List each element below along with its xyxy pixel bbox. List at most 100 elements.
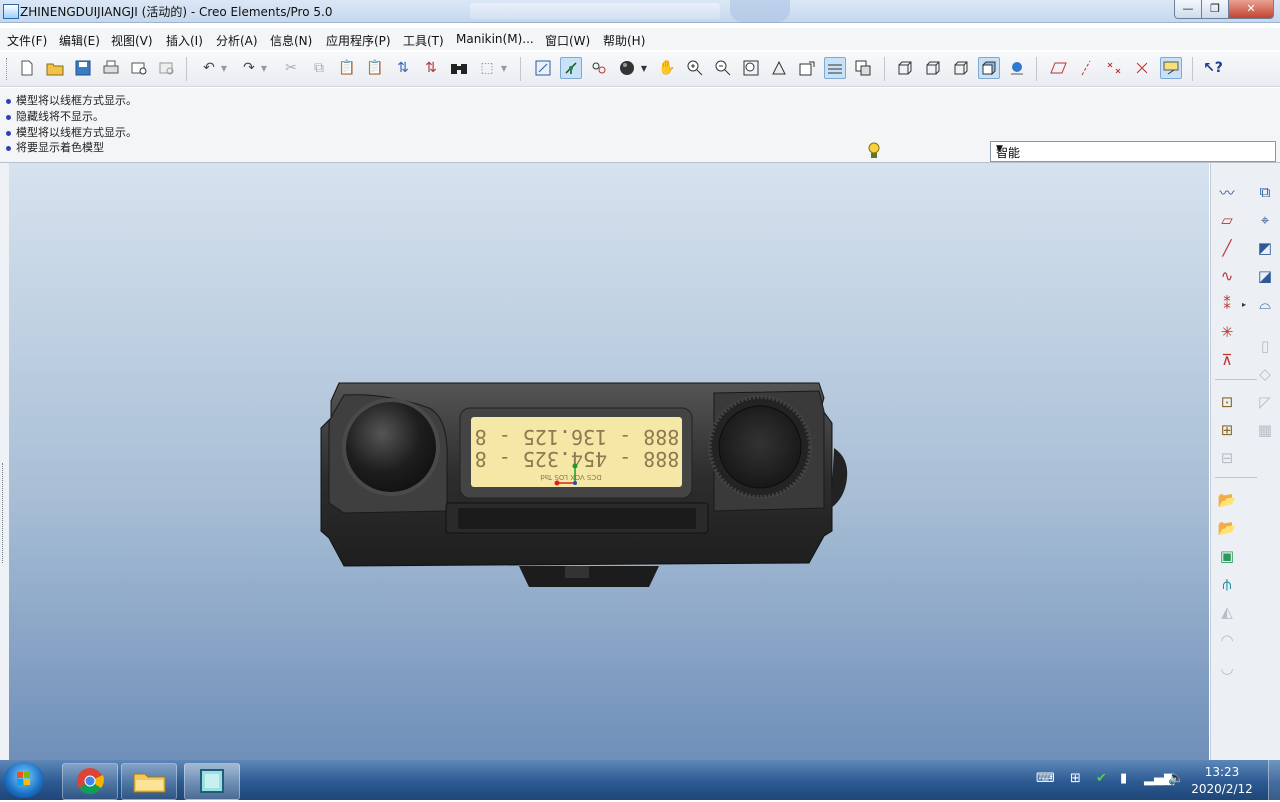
repaint-icon[interactable] [532, 57, 554, 79]
coordinate-system-display-icon[interactable] [1132, 57, 1154, 79]
close-button[interactable]: ✕ [1228, 0, 1274, 19]
minimize-button[interactable]: — [1174, 0, 1202, 19]
navigator-sash-handle[interactable] [2, 463, 7, 563]
merge-icon[interactable]: 📂 [1215, 489, 1239, 511]
menu-analysis[interactable]: 分析(A) [216, 32, 258, 49]
volume-knob[interactable] [346, 402, 436, 492]
layers-icon[interactable] [824, 57, 846, 79]
datum-plane-display-icon[interactable] [1048, 57, 1070, 79]
taskbar-explorer-button[interactable] [121, 763, 177, 800]
pan-hand-icon[interactable]: ✋ [656, 57, 678, 79]
note-feature-icon[interactable]: ⊞ [1215, 419, 1239, 441]
restore-button[interactable]: ❐ [1201, 0, 1229, 19]
zoom-in-icon[interactable] [684, 57, 706, 79]
round-icon[interactable]: ▦ [1253, 419, 1277, 441]
annotation-feature-icon[interactable]: ⊡ [1215, 391, 1239, 413]
offset-icon[interactable]: ◠ [1215, 629, 1239, 651]
shell-icon[interactable]: ▯ [1253, 335, 1277, 357]
saved-views-icon[interactable] [796, 57, 818, 79]
datum-curve-icon[interactable]: ∿ [1215, 265, 1239, 287]
undo-icon[interactable]: ↶ [198, 57, 220, 79]
email-icon[interactable] [128, 57, 150, 79]
menu-file[interactable]: 文件(F) [7, 32, 47, 49]
shading-icon[interactable] [978, 57, 1000, 79]
datum-point-icon[interactable]: ⁑ [1215, 293, 1239, 315]
paste-icon[interactable]: 📋 [336, 57, 358, 79]
taskbar-clock[interactable]: 13:23 2020/2/12 [1190, 764, 1254, 798]
open-folder-icon[interactable] [44, 57, 66, 79]
reorient-icon[interactable] [768, 57, 790, 79]
regenerate-manager-icon[interactable]: ⇅ [420, 57, 442, 79]
undo-dropdown-icon[interactable]: ▼ [218, 57, 230, 79]
boundary-blend-icon[interactable]: ⌓ [1253, 293, 1277, 315]
toolbar-grip[interactable] [6, 58, 10, 80]
cut-icon[interactable]: ✂ [280, 57, 302, 79]
regenerate-icon[interactable]: ⇅ [392, 57, 414, 79]
redo-dropdown-icon[interactable]: ▼ [258, 57, 270, 79]
zoom-out-icon[interactable] [712, 57, 734, 79]
menu-insert[interactable]: 插入(I) [166, 32, 203, 49]
annotation-display-icon[interactable] [1160, 57, 1182, 79]
group-icon[interactable]: ⊟ [1215, 447, 1239, 469]
usb-device-icon[interactable]: ▮ [1120, 771, 1127, 786]
taskbar-creo-button[interactable] [184, 763, 240, 800]
pattern-icon[interactable]: ▣ [1215, 545, 1239, 567]
save-icon[interactable] [72, 57, 94, 79]
app-icon[interactable] [3, 4, 19, 19]
refit-icon[interactable] [740, 57, 762, 79]
revolve-icon[interactable]: ⌖ [1253, 209, 1277, 231]
email-link-icon[interactable] [156, 57, 178, 79]
thicken-icon[interactable]: ◡ [1215, 657, 1239, 679]
trim-icon[interactable]: 📂 [1215, 517, 1239, 539]
datum-plane-icon[interactable]: ▱ [1215, 209, 1239, 231]
menu-info[interactable]: 信息(N) [270, 32, 312, 49]
blend-icon[interactable]: ◪ [1253, 265, 1277, 287]
datum-point-dropdown-icon[interactable]: ▸ [1239, 293, 1249, 315]
datum-axis-display-icon[interactable] [1076, 57, 1098, 79]
network-share-icon[interactable]: ⊞ [1070, 771, 1081, 786]
menu-applications[interactable]: 应用程序(P) [326, 32, 391, 49]
new-file-icon[interactable] [16, 57, 38, 79]
coordinate-system-icon[interactable]: ✳ [1215, 321, 1239, 343]
enhanced-realism-icon[interactable] [1006, 57, 1028, 79]
print-icon[interactable] [100, 57, 122, 79]
orient-mode-icon[interactable] [588, 57, 610, 79]
hidden-line-icon[interactable] [922, 57, 944, 79]
extrude-icon[interactable]: ⧉ [1253, 181, 1277, 203]
select-box-icon[interactable]: ⬚ [476, 57, 498, 79]
select-dropdown-icon[interactable]: ▼ [498, 57, 510, 79]
walkie-talkie-model[interactable]: 888 - 136.125 - 8 888 - 454.325 - 8 DCS … [320, 382, 848, 587]
copy-icon[interactable]: ⧉ [308, 57, 330, 79]
context-help-icon[interactable]: ↖? [1202, 57, 1224, 79]
datum-axis-icon[interactable]: ╱ [1215, 237, 1239, 259]
menu-manikin[interactable]: Manikin(M)... [456, 32, 534, 46]
rib-icon[interactable]: ◇ [1253, 363, 1277, 385]
keyboard-icon[interactable]: ⌨ [1036, 771, 1055, 786]
menu-window[interactable]: 窗口(W) [545, 32, 590, 49]
menu-tools[interactable]: 工具(T) [403, 32, 444, 49]
sweep-icon[interactable]: ◩ [1253, 237, 1277, 259]
find-icon[interactable] [448, 57, 470, 79]
analysis-feature-icon[interactable]: ⊼ [1215, 349, 1239, 371]
draft-icon[interactable]: ◸ [1253, 391, 1277, 413]
sketch-curve-icon[interactable]: 〰 [1215, 181, 1239, 203]
paste-special-icon[interactable]: 📋 [364, 57, 386, 79]
mirror-icon[interactable]: ⫛ [1215, 573, 1239, 595]
view-manager-icon[interactable] [852, 57, 874, 79]
spin-center-icon[interactable] [560, 57, 582, 79]
taskbar-chrome-button[interactable] [62, 763, 118, 800]
appearance-sphere-icon[interactable] [616, 57, 638, 79]
graphics-window[interactable]: 888 - 136.125 - 8 888 - 454.325 - 8 DCS … [9, 163, 1209, 760]
menu-help[interactable]: 帮助(H) [603, 32, 645, 49]
selection-filter-dropdown[interactable]: 智能 ▼ [990, 141, 1276, 162]
appearance-dropdown-icon[interactable]: ▼ [638, 57, 650, 79]
wireframe-icon[interactable] [894, 57, 916, 79]
action-center-icon[interactable]: ✔ [1096, 771, 1107, 786]
model-viewport[interactable]: 888 - 136.125 - 8 888 - 454.325 - 8 DCS … [9, 163, 1209, 760]
redo-icon[interactable]: ↷ [238, 57, 260, 79]
volume-icon[interactable]: 🔈 [1168, 771, 1184, 786]
lightbulb-icon[interactable] [866, 142, 882, 160]
menu-edit[interactable]: 编辑(E) [59, 32, 100, 49]
extend-icon[interactable]: ◭ [1215, 601, 1239, 623]
no-hidden-icon[interactable] [950, 57, 972, 79]
